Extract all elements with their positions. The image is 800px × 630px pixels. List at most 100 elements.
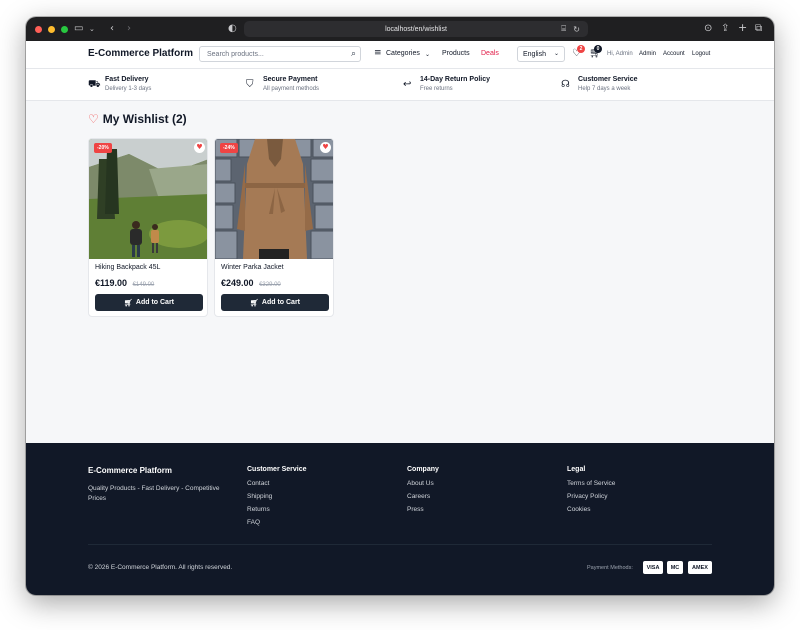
discount-badge: -24% xyxy=(220,143,238,153)
chevron-down-icon[interactable]: ⌄ xyxy=(425,51,430,58)
close-window-button[interactable] xyxy=(35,25,42,33)
footer-column-company: Company About Us Careers Press xyxy=(407,466,439,519)
footer-column-title: Legal xyxy=(567,466,586,473)
privacy-icon[interactable]: ◐ xyxy=(228,23,237,35)
minimize-window-button[interactable] xyxy=(48,25,55,33)
amex-badge: AMEX xyxy=(688,561,712,574)
product-price: €249.00 €329.00 xyxy=(221,278,281,288)
parka-photo xyxy=(215,139,333,259)
tab-overview-icon[interactable]: ⧉ xyxy=(755,23,762,35)
reload-icon[interactable]: ↻ xyxy=(573,25,580,34)
footer-link-privacy[interactable]: Privacy Policy xyxy=(567,493,615,502)
footer-link-press[interactable]: Press xyxy=(407,506,439,515)
payment-methods-label: Payment Methods: xyxy=(587,565,633,571)
language-value: English xyxy=(523,50,546,58)
feature-subtitle: All payment methods xyxy=(263,86,320,92)
forward-icon[interactable]: › xyxy=(127,23,131,35)
site-header: E-Commerce Platform Search products... ⌕… xyxy=(26,41,774,69)
footer-link-contact[interactable]: Contact xyxy=(247,480,307,489)
footer-link-returns[interactable]: Returns xyxy=(247,506,307,515)
search-input[interactable]: Search products... ⌕ xyxy=(199,46,361,62)
wishlist-card[interactable]: -20% ♥ Hiking Backpack 45L €119.00 €149.… xyxy=(88,138,208,317)
footer-brand: E-Commerce Platform xyxy=(88,466,173,475)
footer-link-careers[interactable]: Careers xyxy=(407,493,439,502)
footer-link-terms[interactable]: Terms of Service xyxy=(567,480,615,489)
product-name[interactable]: Hiking Backpack 45L xyxy=(95,264,160,271)
footer-link-faq[interactable]: FAQ xyxy=(247,519,307,528)
feature-title: Fast Delivery xyxy=(105,76,149,83)
zoom-window-button[interactable] xyxy=(61,25,68,33)
address-bar[interactable]: localhost/en/wishlist ⌸ ↻ xyxy=(244,21,588,37)
translate-icon[interactable]: ⌸ xyxy=(561,24,566,34)
menu-icon[interactable]: ≡ xyxy=(374,48,382,58)
remove-from-wishlist-heart-icon[interactable]: ♥ xyxy=(320,142,331,153)
add-to-cart-button[interactable]: 🛒︎ Add to Cart xyxy=(221,294,329,311)
search-icon[interactable]: ⌕ xyxy=(351,49,356,59)
product-image[interactable]: -24% ♥ xyxy=(215,139,333,259)
feature-subtitle: Free returns xyxy=(420,86,453,92)
add-to-cart-label: Add to Cart xyxy=(261,299,300,306)
original-price: €329.00 xyxy=(259,282,281,288)
categories-menu[interactable]: Categories xyxy=(386,50,420,57)
back-icon[interactable]: ‹ xyxy=(110,23,114,35)
browser-window: ▭ ⌄ ‹ › ◐ ▤ localhost/en/wishlist ⌸ ↻ ⊙ … xyxy=(26,17,774,595)
product-price: €119.00 €149.00 xyxy=(95,278,154,288)
product-image[interactable]: -20% ♥ xyxy=(89,139,207,259)
product-name[interactable]: Winter Parka Jacket xyxy=(221,264,284,271)
account-link[interactable]: Account xyxy=(663,51,685,57)
add-to-cart-button[interactable]: 🛒︎ Add to Cart xyxy=(95,294,203,311)
main-content: ♡ My Wishlist (2) -20% ♥ Hiking Backpack… xyxy=(26,101,774,443)
search-placeholder: Search products... xyxy=(207,50,264,58)
cart-count-badge: 0 xyxy=(594,45,602,53)
language-select[interactable]: English ⌄ xyxy=(517,46,565,62)
footer-tagline: Quality Products - Fast Delivery - Compe… xyxy=(88,485,220,502)
footer-divider xyxy=(88,544,712,545)
footer-link-about[interactable]: About Us xyxy=(407,480,439,489)
browser-toolbar: ▭ ⌄ ‹ › ◐ ▤ localhost/en/wishlist ⌸ ↻ ⊙ … xyxy=(26,17,774,41)
cart-icon: 🛒︎ xyxy=(250,298,259,307)
visa-badge: VISA xyxy=(643,561,663,574)
cart-icon: 🛒︎ xyxy=(124,298,133,307)
hiking-photo xyxy=(89,139,207,259)
remove-from-wishlist-heart-icon[interactable]: ♥ xyxy=(194,142,205,153)
footer-column-customer-service: Customer Service Contact Shipping Return… xyxy=(247,466,307,532)
add-to-cart-label: Add to Cart xyxy=(135,299,174,306)
wishlist-card[interactable]: -24% ♥ Winter Parka Jacket €249.00 €329.… xyxy=(214,138,334,317)
feature-title: 14-Day Return Policy xyxy=(420,76,491,83)
new-tab-icon[interactable]: + xyxy=(738,22,747,34)
feature-title: Customer Service xyxy=(578,76,638,83)
footer-link-cookies[interactable]: Cookies xyxy=(567,506,615,515)
feature-title: Secure Payment xyxy=(263,76,318,83)
nav-deals[interactable]: Deals xyxy=(481,50,499,57)
truck-icon: ⛟ xyxy=(88,79,101,90)
original-price: €149.00 xyxy=(132,282,155,288)
download-icon[interactable]: ⊙ xyxy=(704,23,712,35)
copyright-text: © 2026 E-Commerce Platform. All rights r… xyxy=(88,564,233,571)
user-greeting: Hi, Admin xyxy=(607,51,633,57)
chevron-down-icon[interactable]: ⌄ xyxy=(89,23,95,35)
discount-badge: -20% xyxy=(94,143,112,153)
mastercard-badge: MC xyxy=(667,561,683,574)
site-logo[interactable]: E-Commerce Platform xyxy=(88,48,193,59)
return-arrow-icon: ↩ xyxy=(403,79,412,90)
share-icon[interactable]: ⇪ xyxy=(721,23,729,35)
nav-products[interactable]: Products xyxy=(442,50,470,57)
shield-icon: ⛉ xyxy=(246,79,254,90)
url-text: localhost/en/wishlist xyxy=(385,25,447,33)
heart-icon: ♡ xyxy=(88,112,99,126)
current-price: €119.00 xyxy=(95,278,128,288)
headset-icon: ☊ xyxy=(561,79,570,90)
page-title: ♡ My Wishlist (2) xyxy=(88,112,187,126)
current-price: €249.00 xyxy=(221,278,254,288)
chevron-down-icon: ⌄ xyxy=(553,50,559,57)
site-footer: E-Commerce Platform Quality Products - F… xyxy=(26,443,774,595)
footer-link-shipping[interactable]: Shipping xyxy=(247,493,307,502)
footer-column-title: Customer Service xyxy=(247,466,307,473)
footer-column-legal: Legal Terms of Service Privacy Policy Co… xyxy=(567,466,615,519)
admin-link[interactable]: Admin xyxy=(639,51,656,57)
feature-subtitle: Delivery 1-3 days xyxy=(105,86,152,92)
sidebar-toggle-icon[interactable]: ▭ xyxy=(74,23,83,35)
wishlist-heading: My Wishlist (2) xyxy=(102,112,187,126)
feature-subtitle: Help 7 days a week xyxy=(578,86,631,92)
logout-link[interactable]: Logout xyxy=(692,51,710,57)
